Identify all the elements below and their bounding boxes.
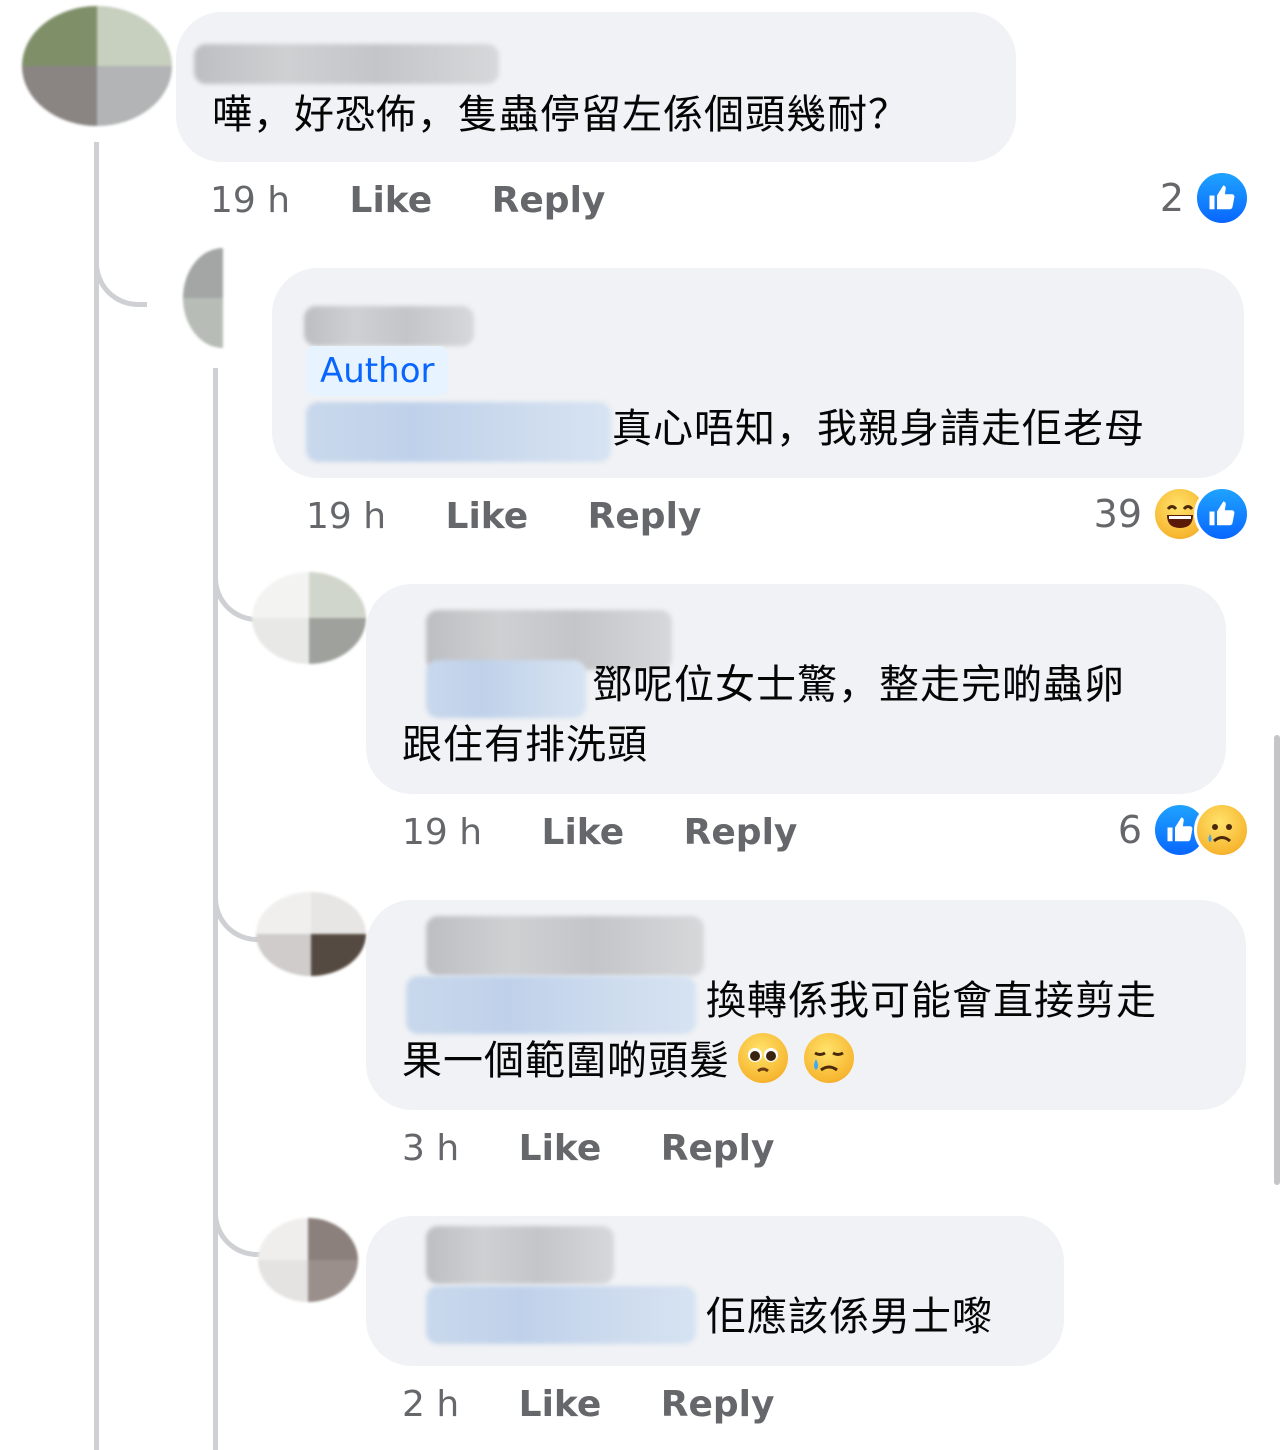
comment-text-line1: 換轉係我可能會直接剪走 bbox=[706, 978, 1157, 1024]
like-button[interactable]: Like bbox=[519, 1128, 602, 1169]
like-button[interactable]: Like bbox=[519, 1384, 602, 1425]
avatar[interactable] bbox=[183, 248, 263, 348]
comment-text: 佢應該係男士嚟 bbox=[706, 1294, 993, 1340]
like-icon bbox=[1194, 486, 1250, 542]
comment-actions: 19 h Like Reply bbox=[402, 808, 797, 858]
comment-text: 真心唔知，我親身請走佢老母 bbox=[612, 406, 1145, 452]
comment-bubble: 佢應該係男士嚟 bbox=[366, 1216, 1064, 1366]
redacted-username[interactable] bbox=[426, 916, 704, 976]
comment-actions: 19 h Like Reply bbox=[210, 176, 605, 226]
comment-timestamp[interactable]: 3 h bbox=[402, 1128, 459, 1169]
like-button[interactable]: Like bbox=[446, 496, 529, 537]
reaction-summary[interactable]: 39 bbox=[1094, 486, 1250, 542]
comment-text: 嘩，好恐佈，隻蟲停留左係個頭幾耐？ bbox=[212, 92, 909, 138]
comment-bubble: 鄧呢位女士驚，整走完啲蟲卵 跟住有排洗頭 bbox=[366, 584, 1226, 794]
comment-timestamp[interactable]: 2 h bbox=[402, 1384, 459, 1425]
redacted-mention[interactable] bbox=[426, 1286, 696, 1344]
redacted-mention[interactable] bbox=[306, 402, 611, 462]
redacted-username[interactable] bbox=[426, 1226, 614, 1284]
thread-line-main bbox=[94, 142, 99, 1450]
comment-timestamp[interactable]: 19 h bbox=[210, 180, 290, 221]
comment-text-line2-content: 果一個範圍啲頭髮 bbox=[402, 1038, 730, 1084]
comment-bubble: Author 真心唔知，我親身請走佢老母 bbox=[272, 268, 1244, 478]
reaction-count: 39 bbox=[1093, 492, 1142, 536]
author-badge: Author bbox=[306, 346, 449, 396]
comment-text-line2: 跟住有排洗頭 bbox=[402, 722, 648, 768]
reply-button[interactable]: Reply bbox=[684, 812, 798, 853]
like-icon bbox=[1194, 170, 1250, 226]
reaction-count: 6 bbox=[1117, 808, 1142, 852]
reply-button[interactable]: Reply bbox=[492, 180, 606, 221]
thread-connector bbox=[94, 250, 147, 307]
like-button[interactable]: Like bbox=[350, 180, 433, 221]
like-button[interactable]: Like bbox=[542, 812, 625, 853]
comment-text-line1: 鄧呢位女士驚，整走完啲蟲卵 bbox=[592, 662, 1125, 708]
comment-bubble: 嘩，好恐佈，隻蟲停留左係個頭幾耐？ bbox=[176, 12, 1016, 162]
redacted-username[interactable] bbox=[304, 306, 474, 346]
redacted-mention[interactable] bbox=[426, 660, 586, 718]
comment-actions: 19 h Like Reply bbox=[306, 492, 701, 542]
avatar[interactable] bbox=[256, 892, 366, 976]
reaction-count: 2 bbox=[1159, 176, 1184, 220]
comment-text-line2: 果一個範圍啲頭髮 bbox=[402, 1032, 854, 1090]
comment-actions: 2 h Like Reply bbox=[402, 1380, 774, 1430]
reply-button[interactable]: Reply bbox=[588, 496, 702, 537]
thread-connector bbox=[213, 1200, 266, 1257]
reply-button[interactable]: Reply bbox=[661, 1128, 775, 1169]
reaction-summary[interactable]: 2 bbox=[1160, 170, 1250, 226]
sad-emoji-icon bbox=[1194, 802, 1250, 858]
avatar[interactable] bbox=[258, 1218, 358, 1302]
avatar[interactable] bbox=[22, 6, 172, 126]
comment-bubble: 換轉係我可能會直接剪走 果一個範圍啲頭髮 bbox=[366, 900, 1246, 1110]
crying-face-icon bbox=[804, 1033, 854, 1083]
redacted-mention[interactable] bbox=[406, 976, 696, 1034]
reply-button[interactable]: Reply bbox=[661, 1384, 775, 1425]
scrollbar[interactable] bbox=[1274, 735, 1280, 1185]
comment-timestamp[interactable]: 19 h bbox=[402, 812, 482, 853]
comment-actions: 3 h Like Reply bbox=[402, 1124, 774, 1174]
pleading-face-icon bbox=[738, 1033, 788, 1083]
avatar[interactable] bbox=[252, 572, 366, 664]
comment-timestamp[interactable]: 19 h bbox=[306, 496, 386, 537]
reaction-summary[interactable]: 6 bbox=[1118, 802, 1250, 858]
redacted-username[interactable] bbox=[194, 44, 499, 84]
